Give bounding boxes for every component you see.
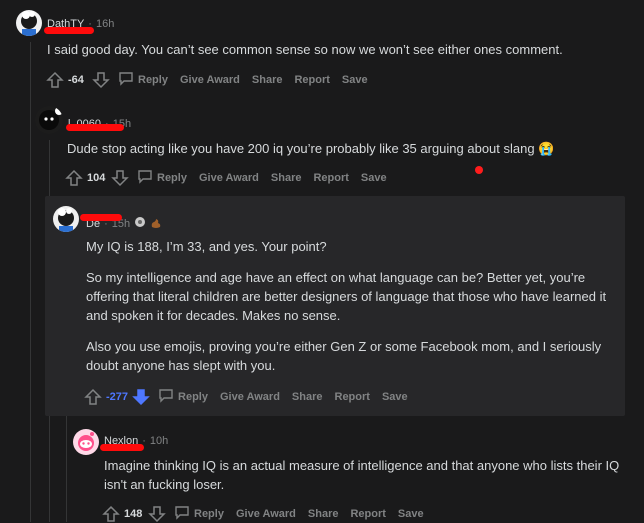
reply-label: Reply [178,390,208,403]
reply-button[interactable]: Reply [174,504,224,523]
upvote-icon[interactable] [46,71,64,89]
comment-paragraph: So my intelligence and age have an effec… [86,270,607,323]
downvote-icon[interactable] [148,505,166,523]
save-label: Save [381,390,408,403]
comment-icon [174,504,190,523]
comment-icon [158,387,174,406]
vote-controls: 104 [65,169,129,187]
reply-label: Reply [194,507,224,520]
save-label: Save [341,73,368,86]
comment-body: My IQ is 188, I’m 33, and yes. Your poin… [86,237,626,387]
upvote-icon[interactable] [65,169,83,187]
report-label: Report [313,171,349,184]
reply-button[interactable]: Reply [158,387,208,406]
downvote-icon[interactable] [132,388,150,406]
upvote-icon[interactable] [102,505,120,523]
red-dot-mark [475,166,483,174]
share-label: Share [270,171,302,184]
share-button[interactable]: Share [308,508,339,520]
score: 148 [124,507,143,520]
report-button[interactable]: Report [294,74,329,86]
give-award-label: Give Award [179,73,240,86]
save-label: Save [397,507,424,520]
save-button[interactable]: Save [342,74,368,86]
award-icon[interactable] [134,216,146,231]
comment-paragraph: Imagine thinking IQ is an actual measure… [104,458,620,492]
comment-body: Dude stop acting like you have 200 iq yo… [67,139,637,170]
score: -277 [106,390,129,403]
timestamp[interactable]: 10h [150,435,168,447]
avatar[interactable] [73,429,99,455]
share-button[interactable]: Share [252,74,283,86]
comment-paragraph: I said good day. You can’t see common se… [47,42,563,57]
avatar[interactable] [53,206,79,232]
comment-icon [118,70,134,89]
thread-line[interactable] [30,42,31,522]
save-button[interactable]: Save [361,172,387,184]
report-label: Report [350,507,386,520]
comment-actions: 104 Reply Give Award Share Report Save [65,168,399,187]
comment-actions: 148 Reply Give Award Share Report Save [102,504,436,523]
report-button[interactable]: Report [350,508,385,520]
reply-label: Reply [157,171,187,184]
share-label: Share [251,73,283,86]
comment-icon [137,168,153,187]
report-button[interactable]: Report [313,172,348,184]
avatar[interactable] [16,10,42,36]
score: 104 [87,171,106,184]
save-label: Save [360,171,387,184]
avatar[interactable] [35,106,63,134]
vote-controls: 148 [102,505,166,523]
poop-award-icon[interactable] [150,216,162,231]
give-award-label: Give Award [198,171,259,184]
comment-actions: -277 Reply Give Award Share Report Save [84,387,420,406]
comment-paragraph: Also you use emojis, proving you’re eith… [86,339,602,373]
redaction-mark [100,444,144,451]
downvote-icon[interactable] [111,169,129,187]
save-button[interactable]: Save [398,508,424,520]
downvote-icon[interactable] [92,71,110,89]
reply-button[interactable]: Reply [118,70,168,89]
give-award-button[interactable]: Give Award [180,74,240,86]
share-button[interactable]: Share [271,172,302,184]
timestamp[interactable]: 16h [96,18,114,30]
redaction-mark [66,124,124,131]
reply-button[interactable]: Reply [137,168,187,187]
give-award-button[interactable]: Give Award [199,172,259,184]
redaction-mark [44,27,94,34]
share-label: Share [291,390,323,403]
vote-controls: -277 [84,388,150,406]
give-award-button[interactable]: Give Award [236,508,296,520]
share-button[interactable]: Share [292,391,323,403]
comment-paragraph: My IQ is 188, I’m 33, and yes. Your poin… [86,239,327,254]
comment-body: Imagine thinking IQ is an actual measure… [104,456,629,506]
vote-controls: -64 [46,71,110,89]
comment-actions: -64 Reply Give Award Share Report Save [46,70,380,89]
share-label: Share [307,507,339,520]
give-award-label: Give Award [235,507,296,520]
upvote-icon[interactable] [84,388,102,406]
redaction-mark [80,214,122,221]
give-award-button[interactable]: Give Award [220,391,280,403]
report-label: Report [334,390,370,403]
save-button[interactable]: Save [382,391,408,403]
give-award-label: Give Award [220,390,280,403]
comment-body: I said good day. You can’t see common se… [47,40,627,71]
score: -64 [68,73,84,86]
report-label: Report [294,73,330,86]
reply-label: Reply [138,73,168,86]
report-button[interactable]: Report [335,391,370,403]
comment-paragraph: Dude stop acting like you have 200 iq yo… [67,141,555,156]
